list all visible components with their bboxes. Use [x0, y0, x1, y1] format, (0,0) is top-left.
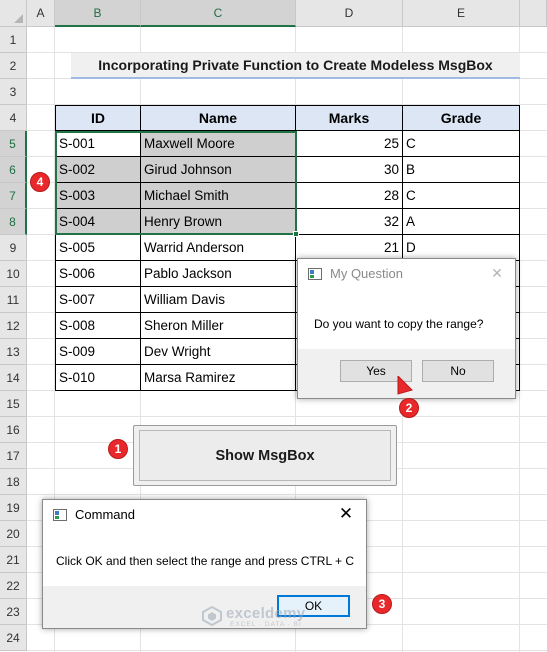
gridline-horizontal — [27, 650, 547, 651]
table-cell-name[interactable]: Michael Smith — [141, 183, 296, 209]
table-cell-id[interactable]: S-010 — [55, 365, 141, 391]
table-cell-name[interactable]: Henry Brown — [141, 209, 296, 235]
row-header-6[interactable]: 6 — [0, 157, 27, 183]
callout-badge-3: 3 — [372, 594, 392, 614]
table-header-id[interactable]: ID — [55, 105, 141, 131]
command-dialog-message: Click OK and then select the range and p… — [56, 554, 355, 568]
watermark: exceldemy EXCEL · DATA · BI — [200, 604, 350, 630]
close-icon[interactable]: ✕ — [336, 504, 356, 524]
row-header-2[interactable]: 2 — [0, 53, 27, 79]
row-header-21[interactable]: 21 — [0, 547, 27, 573]
table-cell-name[interactable]: Pablo Jackson — [141, 261, 296, 287]
table-cell-name[interactable]: Dev Wright — [141, 339, 296, 365]
row-header-22[interactable]: 22 — [0, 573, 27, 599]
app-window-icon — [308, 267, 322, 280]
table-cell-grade[interactable]: A — [403, 209, 520, 235]
table-cell-name[interactable]: William Davis — [141, 287, 296, 313]
table-cell-marks[interactable]: 30 — [296, 157, 403, 183]
table-cell-name[interactable]: Warrid Anderson — [141, 235, 296, 261]
table-cell-name[interactable]: Maxwell Moore — [141, 131, 296, 157]
command-dialog-titlebar[interactable]: Command ✕ — [43, 500, 366, 529]
watermark-logo-icon — [202, 606, 222, 626]
row-header-23[interactable]: 23 — [0, 599, 27, 625]
pointer-arrow-icon — [397, 376, 413, 395]
row-header-24[interactable]: 24 — [0, 625, 27, 651]
table-cell-marks[interactable]: 28 — [296, 183, 403, 209]
gridline-horizontal — [27, 494, 547, 495]
show-msgbox-button-label: Show MsgBox — [139, 430, 391, 481]
question-dialog-titlebar[interactable]: My Question ✕ — [298, 259, 515, 288]
table-cell-name[interactable]: Girud Johnson — [141, 157, 296, 183]
table-cell-id[interactable]: S-007 — [55, 287, 141, 313]
table-cell-id[interactable]: S-002 — [55, 157, 141, 183]
gridline-horizontal — [27, 416, 547, 417]
table-header-grade[interactable]: Grade — [403, 105, 520, 131]
select-all-corner[interactable] — [0, 0, 27, 27]
row-header-17[interactable]: 17 — [0, 443, 27, 469]
app-window-icon — [53, 508, 67, 521]
row-header-19[interactable]: 19 — [0, 495, 27, 521]
show-msgbox-button[interactable]: Show MsgBox — [133, 425, 397, 486]
row-header-10[interactable]: 10 — [0, 261, 27, 287]
table-cell-name[interactable]: Marsa Ramirez — [141, 365, 296, 391]
column-header-filler — [520, 0, 547, 27]
column-header-b[interactable]: B — [55, 0, 141, 27]
row-header-5[interactable]: 5 — [0, 131, 27, 157]
row-header-15[interactable]: 15 — [0, 391, 27, 417]
spreadsheet: ABCDE 1 2 3 4 5 6 7 8 9 10 11 12 13 14 15 16 17 18 19 20 21 2… — [0, 0, 547, 652]
row-header-11[interactable]: 11 — [0, 287, 27, 313]
table-cell-id[interactable]: S-001 — [55, 131, 141, 157]
column-header-a[interactable]: A — [27, 0, 55, 27]
command-dialog-title: Command — [75, 507, 135, 522]
row-header-1[interactable]: 1 — [0, 27, 27, 53]
table-cell-marks[interactable]: 25 — [296, 131, 403, 157]
row-header-14[interactable]: 14 — [0, 365, 27, 391]
table-cell-marks[interactable]: 32 — [296, 209, 403, 235]
table-cell-id[interactable]: S-003 — [55, 183, 141, 209]
row-header-9[interactable]: 9 — [0, 235, 27, 261]
no-button[interactable]: No — [422, 360, 494, 382]
row-header-13[interactable]: 13 — [0, 339, 27, 365]
table-cell-grade[interactable]: C — [403, 131, 520, 157]
table-cell-id[interactable]: S-009 — [55, 339, 141, 365]
table-header-marks[interactable]: Marks — [296, 105, 403, 131]
watermark-name: exceldemy — [226, 605, 306, 622]
question-dialog-message: Do you want to copy the range? — [314, 317, 484, 331]
sheet-title: Incorporating Private Function to Create… — [71, 53, 520, 79]
table-cell-id[interactable]: S-005 — [55, 235, 141, 261]
table-cell-id[interactable]: S-004 — [55, 209, 141, 235]
table-cell-name[interactable]: Sheron Miller — [141, 313, 296, 339]
close-icon[interactable]: ✕ — [487, 263, 507, 283]
callout-badge-1: 1 — [108, 439, 128, 459]
row-header-8[interactable]: 8 — [0, 209, 27, 235]
table-cell-grade[interactable]: B — [403, 157, 520, 183]
row-header-16[interactable]: 16 — [0, 417, 27, 443]
watermark-tagline: EXCEL · DATA · BI — [230, 621, 302, 628]
row-header-18[interactable]: 18 — [0, 469, 27, 495]
column-header-d[interactable]: D — [296, 0, 403, 27]
callout-badge-4: 4 — [30, 172, 50, 192]
table-cell-grade[interactable]: C — [403, 183, 520, 209]
column-header-e[interactable]: E — [403, 0, 520, 27]
table-cell-id[interactable]: S-008 — [55, 313, 141, 339]
fill-handle[interactable] — [293, 231, 299, 237]
table-cell-id[interactable]: S-006 — [55, 261, 141, 287]
table-header-name[interactable]: Name — [141, 105, 296, 131]
row-header-4[interactable]: 4 — [0, 105, 27, 131]
question-dialog-title: My Question — [330, 266, 403, 281]
row-header-3[interactable]: 3 — [0, 79, 27, 105]
column-header-c[interactable]: C — [141, 0, 296, 27]
row-header-12[interactable]: 12 — [0, 313, 27, 339]
row-header-7[interactable]: 7 — [0, 183, 27, 209]
row-header-20[interactable]: 20 — [0, 521, 27, 547]
